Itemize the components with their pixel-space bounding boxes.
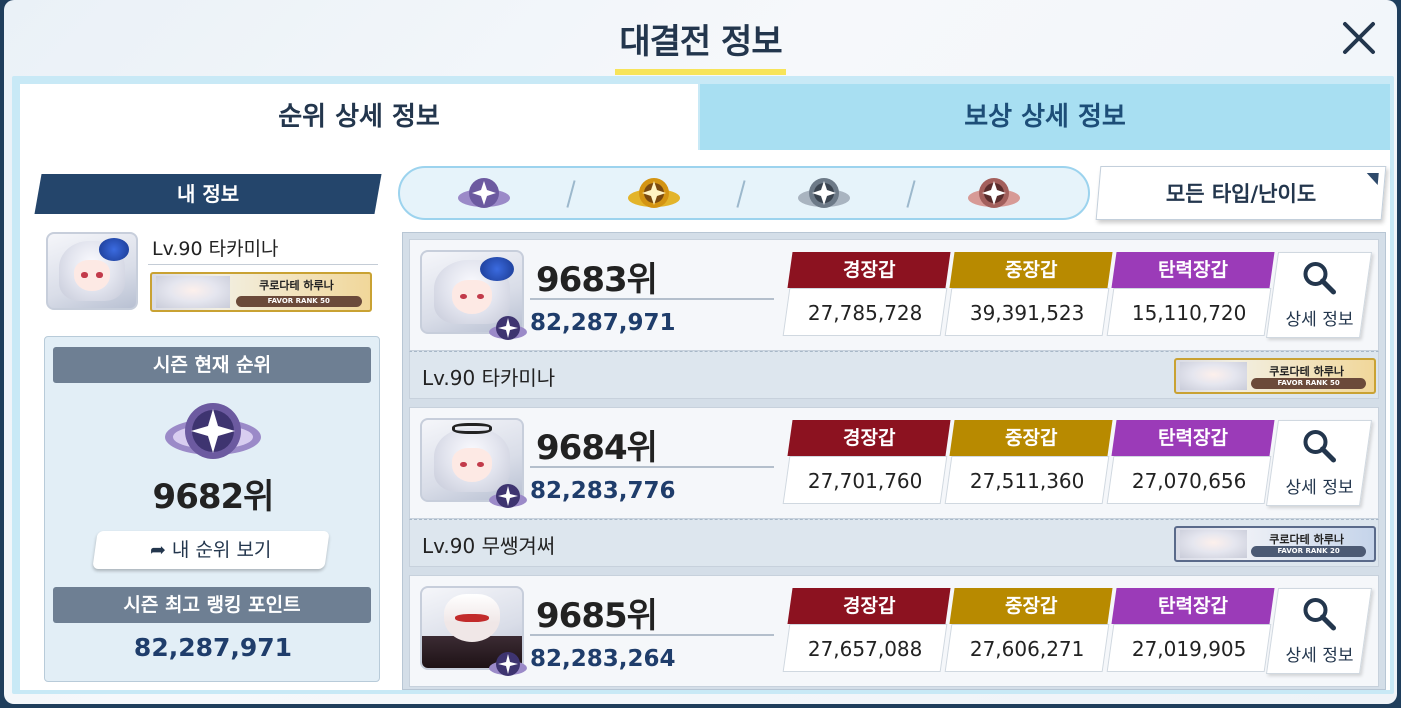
info-panel: 순위 상세 정보 보상 상세 정보 내 정보 Lv.90 타카미나 쿠로다테 하…: [12, 76, 1394, 694]
special-armor-stat: 탄력장갑 27,019,905: [1106, 588, 1275, 672]
my-favor-card: 쿠로다테 하루나 FAVOR RANK 50: [150, 272, 372, 312]
close-icon[interactable]: [1339, 18, 1379, 58]
type-difficulty-dropdown[interactable]: 모든 타입/난이도: [1095, 166, 1387, 220]
ranking-entry: 9683위 82,287,971 경장갑 27,785,728 중장갑 39,3…: [409, 239, 1379, 401]
ranking-entry: 9685위 82,283,264 경장갑 27,657,088 중장갑 27,6…: [409, 575, 1379, 689]
current-rank-label: 시즌 현재 순위: [53, 347, 371, 383]
insane-tier-icon: [488, 312, 528, 346]
dropdown-corner-icon: [1365, 173, 1379, 185]
season-info-box: 시즌 현재 순위 9682위 ➦ 내 순위 보기 시즌 최고 랭킹 포인트 82,…: [44, 336, 380, 682]
insane-tier-icon[interactable]: [456, 174, 512, 214]
light-armor-stat: 경장갑 27,785,728: [782, 252, 951, 336]
best-points-value: 82,287,971: [133, 633, 293, 662]
entry-score: 82,283,776: [530, 478, 676, 504]
light-armor-stat: 경장갑 27,701,760: [782, 420, 951, 504]
best-points-label: 시즌 최고 랭킹 포인트: [53, 587, 371, 623]
heavy-armor-stat: 중장갑 39,391,523: [944, 252, 1113, 336]
insane-tier-icon: [488, 480, 528, 514]
detail-info-button[interactable]: 상세 정보: [1265, 252, 1373, 338]
heavy-armor-stat: 중장갑 27,511,360: [944, 420, 1113, 504]
entry-rank: 9685위: [536, 596, 658, 636]
detail-info-button[interactable]: 상세 정보: [1265, 420, 1373, 506]
entry-rank: 9683위: [536, 260, 658, 300]
magnifier-icon: [1303, 262, 1336, 295]
return-arrow-icon: ➦: [150, 539, 167, 561]
entry-rank: 9684위: [536, 428, 658, 468]
magnifier-icon: [1303, 430, 1336, 463]
window-title: 대결전 정보: [4, 0, 1397, 75]
ranking-list[interactable]: 9683위 82,287,971 경장갑 27,785,728 중장갑 39,3…: [402, 232, 1386, 690]
title-text: 대결전 정보: [615, 14, 786, 75]
entry-favor-card: 쿠로다테 하루나 FAVOR RANK 20: [1174, 526, 1376, 562]
bronze-tier-icon[interactable]: [966, 174, 1022, 214]
tab-reward-details[interactable]: 보상 상세 정보: [700, 84, 1390, 150]
raid-info-window: 대결전 정보 순위 상세 정보 보상 상세 정보 내 정보 Lv.90 타카미나…: [4, 0, 1397, 704]
tier-filter-bar: [398, 166, 1090, 220]
current-rank-value: 9682위: [152, 477, 275, 517]
magnifier-icon: [1303, 598, 1336, 631]
gold-tier-icon[interactable]: [626, 174, 682, 214]
special-armor-stat: 탄력장갑 27,070,656: [1106, 420, 1275, 504]
ranking-entry: 9684위 82,283,776 경장갑 27,701,760 중장갑 27,5…: [409, 407, 1379, 569]
view-my-rank-button[interactable]: ➦ 내 순위 보기: [92, 531, 330, 569]
entry-score: 82,287,971: [530, 310, 676, 336]
my-info-header: 내 정보: [34, 174, 382, 214]
entry-level-name: Lv.90 무쌩겨써: [422, 534, 556, 558]
entry-favor-card: 쿠로다테 하루나 FAVOR RANK 50: [1174, 358, 1376, 394]
insane-tier-icon: [161, 393, 265, 473]
ranking-content: 내 정보 Lv.90 타카미나 쿠로다테 하루나 FAVOR RANK 50 시…: [20, 150, 1390, 690]
my-avatar: [46, 232, 138, 310]
entry-score: 82,283,264: [530, 646, 676, 672]
silver-tier-icon[interactable]: [796, 174, 852, 214]
my-level-name: Lv.90 타카미나: [152, 238, 279, 260]
light-armor-stat: 경장갑 27,657,088: [782, 588, 951, 672]
insane-tier-icon: [488, 648, 528, 682]
tab-ranking-details[interactable]: 순위 상세 정보: [20, 84, 698, 150]
heavy-armor-stat: 중장갑 27,606,271: [944, 588, 1113, 672]
entry-level-name: Lv.90 타카미나: [422, 366, 556, 390]
special-armor-stat: 탄력장갑 15,110,720: [1106, 252, 1275, 336]
detail-info-button[interactable]: 상세 정보: [1265, 588, 1373, 674]
